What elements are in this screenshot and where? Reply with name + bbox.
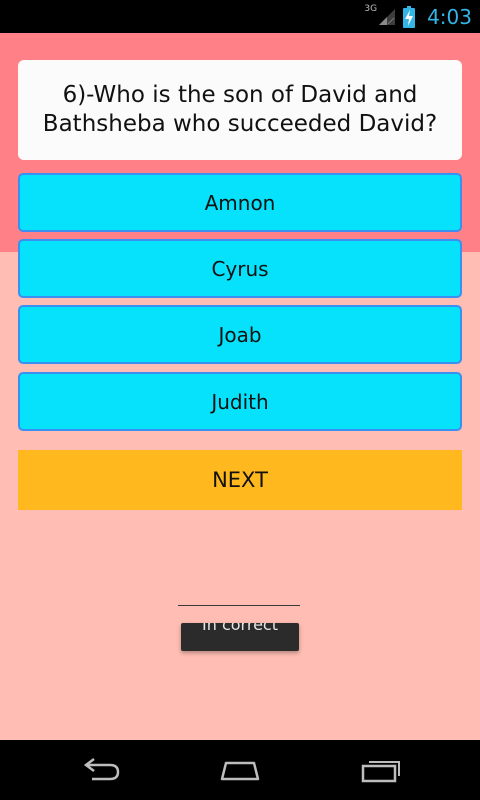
back-button[interactable] bbox=[70, 752, 130, 788]
question-text: 6)-Who is the son of David and Bathsheba… bbox=[42, 82, 438, 137]
option-label: Amnon bbox=[204, 190, 276, 215]
navigation-bar bbox=[0, 740, 480, 800]
recents-button[interactable] bbox=[350, 752, 410, 788]
question-card: 6)-Who is the son of David and Bathsheba… bbox=[18, 60, 462, 160]
battery-charging-icon bbox=[403, 5, 416, 28]
recents-icon bbox=[361, 761, 400, 783]
network-type-label: 3G bbox=[364, 3, 378, 14]
home-button[interactable] bbox=[210, 752, 270, 788]
quiz-screen: 6)-Who is the son of David and Bathsheba… bbox=[0, 33, 480, 740]
toast-divider bbox=[178, 605, 300, 606]
status-icons: 3G 4:03 bbox=[358, 0, 472, 33]
option-label: Judith bbox=[211, 389, 269, 414]
option-button-1[interactable]: Amnon bbox=[18, 173, 462, 232]
signal-icon bbox=[379, 8, 396, 25]
option-label: Joab bbox=[218, 322, 262, 347]
toast-message: In correct bbox=[202, 623, 278, 634]
back-icon bbox=[83, 758, 120, 781]
next-button-label: NEXT bbox=[212, 468, 268, 492]
toast-notification: In correct bbox=[181, 623, 299, 651]
option-button-2[interactable]: Cyrus bbox=[18, 239, 462, 298]
option-button-4[interactable]: Judith bbox=[18, 372, 462, 431]
option-label: Cyrus bbox=[211, 256, 269, 281]
status-bar: 3G 4:03 bbox=[0, 0, 480, 33]
next-button[interactable]: NEXT bbox=[18, 450, 462, 510]
status-clock: 4:03 bbox=[427, 4, 472, 29]
option-button-3[interactable]: Joab bbox=[18, 305, 462, 364]
home-icon bbox=[220, 761, 260, 781]
